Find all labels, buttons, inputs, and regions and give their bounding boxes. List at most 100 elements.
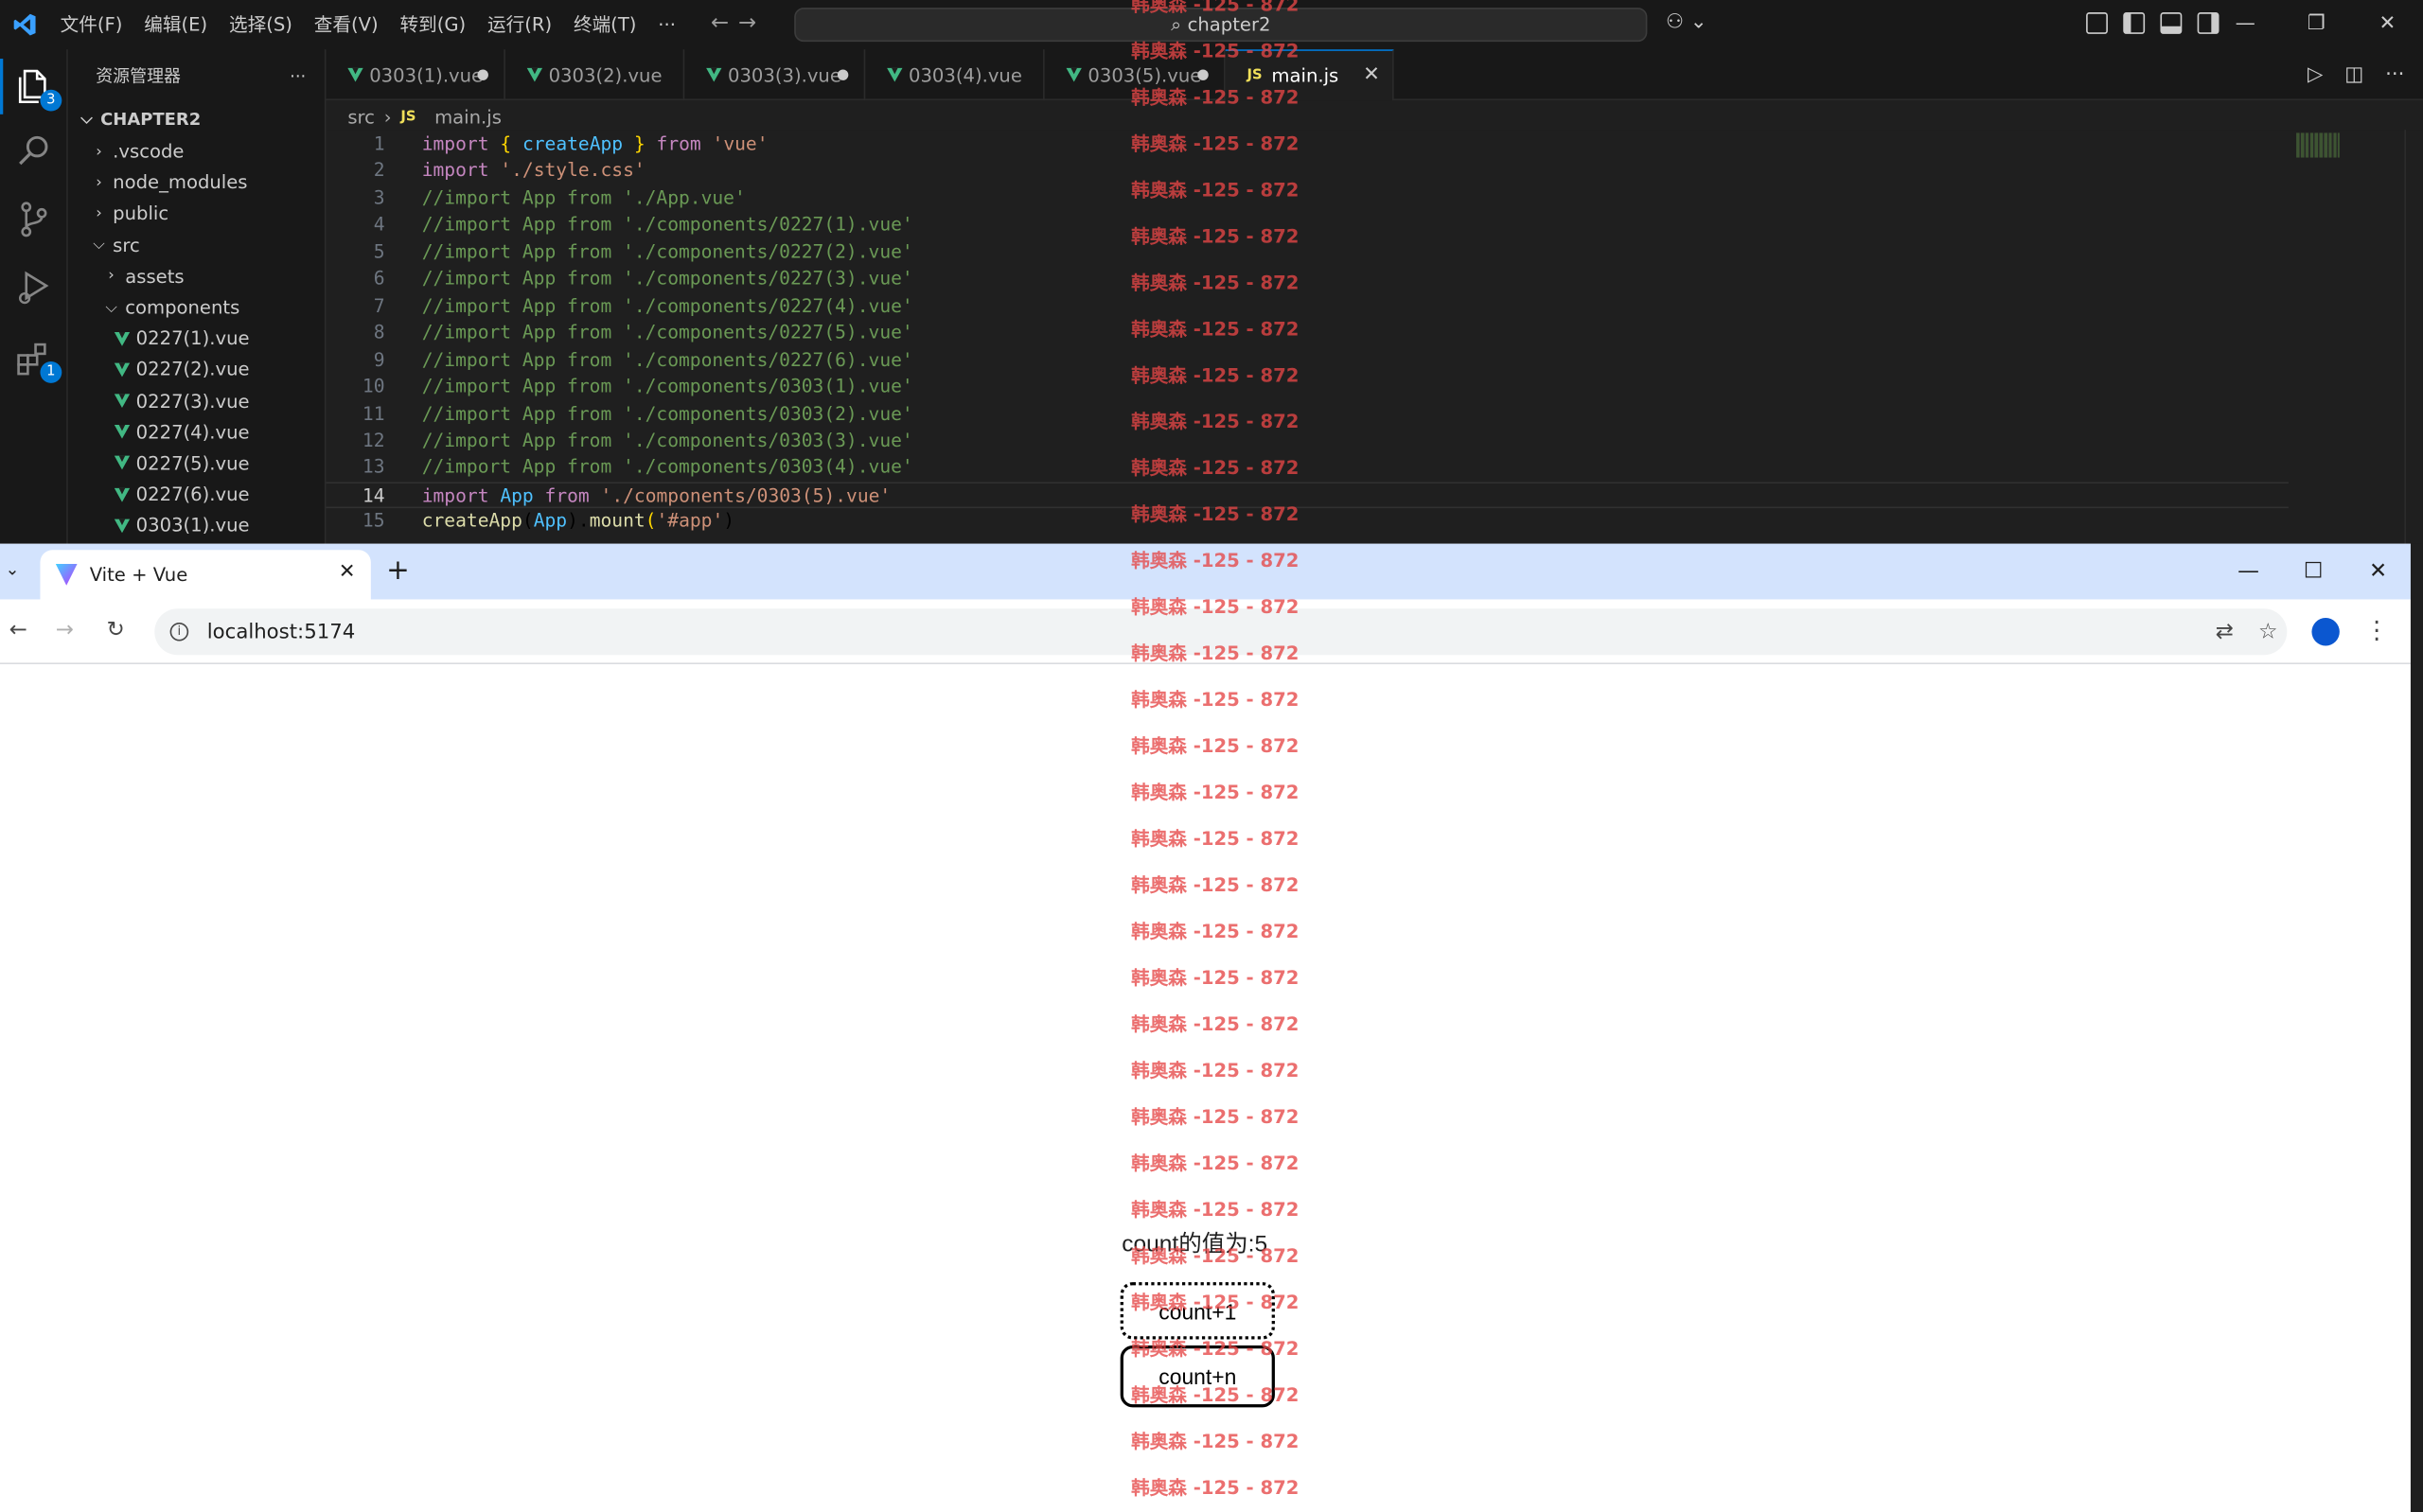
restore-icon[interactable]: ❐ (2281, 0, 2352, 49)
menu-item[interactable]: 文件(F) (49, 0, 133, 49)
unsaved-dot-icon[interactable] (477, 69, 488, 80)
extensions-icon[interactable]: 1 (12, 337, 62, 383)
profile-avatar-icon[interactable] (2311, 618, 2340, 646)
chrome-maximize-icon[interactable]: ☐ (2281, 544, 2346, 600)
chrome-close-icon[interactable]: ✕ (2345, 544, 2411, 600)
editor-tab[interactable]: 0303(5).vue (1045, 49, 1226, 101)
code-editor[interactable]: 1 import { createApp } from 'vue' 2 import … (326, 130, 2423, 544)
breadcrumb-file[interactable]: main.js (434, 107, 502, 129)
more-actions-icon[interactable]: ··· (2385, 63, 2404, 86)
customize-layout-icon[interactable] (2086, 12, 2108, 34)
minimap[interactable] (2296, 132, 2340, 158)
extensions-badge: 1 (40, 361, 62, 383)
toggle-panel-icon[interactable] (2160, 12, 2183, 34)
run-debug-icon[interactable] (12, 266, 56, 309)
unsaved-dot-icon[interactable] (837, 69, 849, 80)
toggle-primary-sidebar-icon[interactable] (2123, 12, 2146, 34)
menu-item[interactable]: 终端(T) (563, 0, 647, 49)
code-line[interactable]: 12 //import App from './components/0303(3… (326, 428, 2288, 454)
editor-scrollbar[interactable] (2404, 130, 2423, 544)
back-arrow-icon[interactable]: ← (711, 10, 729, 35)
editor-tab[interactable]: JS main.js ✕ (1225, 49, 1394, 101)
menu-item[interactable]: 编辑(E) (133, 0, 219, 49)
menu-item[interactable]: 运行(R) (477, 0, 563, 49)
file-item[interactable]: 0227(5).vue (68, 448, 325, 479)
editor-tab[interactable]: 0303(1).vue (326, 49, 505, 101)
minimize-icon[interactable]: — (2210, 0, 2281, 49)
folder-item[interactable]: › assets (68, 261, 325, 292)
copilot-icon[interactable]: ⚇ ⌄ (1666, 10, 1707, 33)
code-line[interactable]: 8 //import App from './components/0227(5)… (326, 320, 2288, 346)
code-line[interactable]: 9 //import App from './components/0227(6)… (326, 347, 2288, 374)
increment-button[interactable]: count+1 (1120, 1282, 1275, 1340)
vscode-window-controls: — ❐ ✕ (2210, 0, 2423, 49)
code-line[interactable]: 13 //import App from './components/0303(4… (326, 455, 2288, 482)
tree-item-label: 0227(6).vue (135, 483, 250, 506)
code-text: //import App from './components/0227(1).… (421, 213, 913, 236)
code-line[interactable]: 1 import { createApp } from 'vue' (326, 132, 2288, 158)
site-info-icon[interactable]: i (169, 622, 189, 642)
tree-item-label: assets (125, 265, 185, 288)
address-bar[interactable]: i localhost:5174 (154, 608, 2288, 656)
code-line[interactable]: 4 //import App from './components/0227(1)… (326, 212, 2288, 238)
code-line[interactable]: 11 //import App from './components/0303(2… (326, 401, 2288, 428)
folder-item[interactable]: ⌵ components (68, 291, 325, 323)
menu-item[interactable]: 转到(G) (389, 0, 477, 49)
chrome-menu-icon[interactable]: ⋮ (2364, 615, 2389, 644)
file-item[interactable]: 0227(1).vue (68, 323, 325, 354)
folder-item[interactable]: › node_modules (68, 167, 325, 199)
code-line[interactable]: 15 createApp(App).mount('#app') (326, 509, 2288, 536)
close-tab-icon[interactable]: ✕ (339, 561, 356, 584)
source-control-icon[interactable] (12, 198, 56, 241)
line-number: 10 (362, 375, 385, 397)
code-line[interactable]: 6 //import App from './components/0227(3)… (326, 266, 2288, 292)
tab-label: 0303(5).vue (1088, 63, 1202, 86)
split-editor-icon[interactable]: ◫ (2344, 63, 2363, 86)
file-item[interactable]: 0303(1).vue (68, 510, 325, 541)
project-section[interactable]: ⌵ CHAPTER2 (68, 102, 325, 136)
code-line[interactable]: 7 //import App from './components/0227(4)… (326, 293, 2288, 320)
search-view-icon[interactable] (12, 130, 56, 173)
increment-n-button[interactable]: count+n (1120, 1345, 1275, 1408)
code-line[interactable]: 10 //import App from './components/0303(1… (326, 374, 2288, 400)
breadcrumb-folder[interactable]: src (347, 107, 375, 129)
unsaved-dot-icon[interactable] (1197, 69, 1209, 80)
back-icon[interactable]: ← (9, 618, 27, 642)
close-icon[interactable]: ✕ (2352, 0, 2423, 49)
file-item[interactable]: 0227(3).vue (68, 385, 325, 416)
browser-tab[interactable]: Vite + Vue ✕ (40, 550, 371, 600)
tab-search-chevron-icon[interactable]: ⌄ (0, 559, 25, 579)
code-line[interactable]: 2 import './style.css' (326, 158, 2288, 185)
editor-tab[interactable]: 0303(3).vue (684, 49, 866, 101)
chrome-minimize-icon[interactable]: — (2216, 544, 2281, 600)
code-line[interactable]: 14 import App from './components/0303(5).… (326, 482, 2289, 509)
vscode-edge (2410, 543, 2423, 1512)
close-tab-icon[interactable]: ✕ (1363, 63, 1380, 86)
folder-item[interactable]: › .vscode (68, 136, 325, 167)
editor-tab[interactable]: 0303(2).vue (505, 49, 685, 101)
menu-item[interactable]: ··· (647, 0, 687, 49)
explorer-icon[interactable]: 3 (0, 59, 62, 114)
folder-item[interactable]: › public (68, 199, 325, 230)
forward-arrow-icon[interactable]: → (738, 10, 756, 35)
explorer-more-icon[interactable]: ··· (290, 65, 306, 85)
reload-icon[interactable]: ↻ (107, 618, 125, 642)
file-item[interactable]: 0227(2).vue (68, 354, 325, 385)
code-line[interactable]: 3 //import App from './App.vue' (326, 185, 2288, 212)
code-line[interactable]: 5 //import App from './components/0227(2)… (326, 239, 2288, 266)
new-tab-button[interactable]: + (386, 554, 410, 587)
forward-icon[interactable]: → (56, 618, 74, 642)
bookmark-star-icon[interactable]: ☆ (2258, 620, 2278, 644)
run-icon[interactable]: ▷ (2308, 63, 2323, 86)
file-item[interactable]: 0227(4).vue (68, 416, 325, 448)
file-item[interactable]: 0227(6).vue (68, 479, 325, 510)
translate-icon[interactable]: ⇄ (2216, 620, 2234, 644)
editor-tab[interactable]: 0303(4).vue (865, 49, 1045, 101)
folder-item[interactable]: ⌵ src (68, 230, 325, 261)
menu-item[interactable]: 查看(V) (303, 0, 389, 49)
code-text: //import App from './components/0303(4).… (421, 456, 913, 479)
tree-item-label: node_modules (113, 171, 248, 194)
vue-file-icon (706, 67, 722, 82)
command-center-search[interactable]: ⌕ chapter2 (794, 8, 1648, 43)
menu-item[interactable]: 选择(S) (219, 0, 304, 49)
